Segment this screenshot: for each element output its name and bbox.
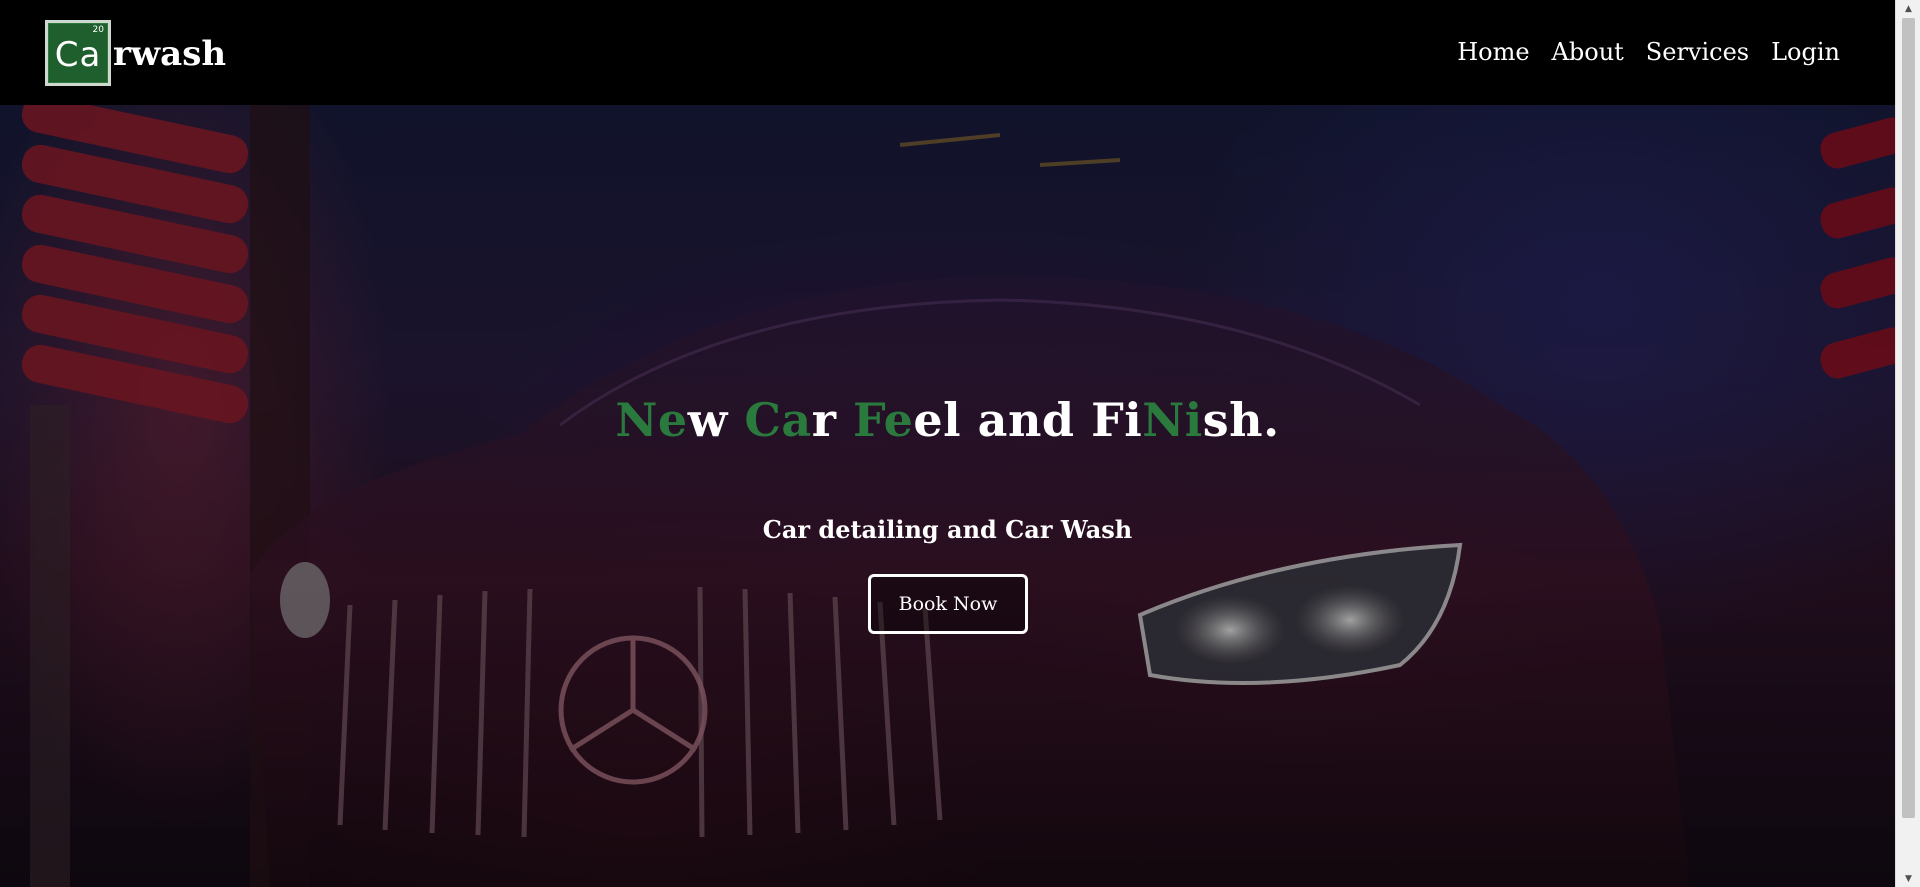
hero-content: New Car Feel and FiNish. Car detailing a… (0, 105, 1895, 887)
periodic-element-tile: 20 Ca (45, 20, 111, 86)
nav-link-login[interactable]: Login (1771, 38, 1840, 66)
brand-name: rwash (113, 34, 227, 74)
brand-logo-link[interactable]: 20 Ca rwash (45, 19, 226, 87)
scrollbar-thumb[interactable] (1902, 18, 1915, 818)
headline-segment: Fe (852, 393, 914, 447)
headline-segment: Ne (615, 393, 688, 447)
page-scrollbar[interactable]: ▲ ▼ (1895, 0, 1920, 887)
element-number: 20 (92, 25, 104, 35)
scroll-up-arrow-icon[interactable]: ▲ (1896, 0, 1920, 17)
headline-segment: sh. (1202, 393, 1280, 447)
nav-links: Home About Services Login (1457, 38, 1840, 66)
scroll-down-arrow-icon[interactable]: ▼ (1896, 870, 1920, 887)
headline-segment: Ca (744, 393, 812, 447)
page: 20 Ca rwash Home About Services Login Ne… (0, 0, 1895, 887)
headline-segment: Ni (1142, 393, 1203, 447)
headline-segment: el and Fi (913, 393, 1143, 447)
hero-subtitle: Car detailing and Car Wash (762, 515, 1133, 544)
book-now-button[interactable]: Book Now (868, 574, 1028, 634)
headline-segment: r (811, 393, 853, 447)
nav-link-services[interactable]: Services (1646, 38, 1749, 66)
element-symbol: Ca (54, 35, 102, 75)
hero-headline: New Car Feel and FiNish. (0, 393, 1895, 447)
hero-section: New Car Feel and FiNish. Car detailing a… (0, 105, 1895, 887)
nav-link-home[interactable]: Home (1457, 38, 1529, 66)
navbar: 20 Ca rwash Home About Services Login (0, 0, 1895, 105)
headline-segment: w (687, 393, 745, 447)
nav-link-about[interactable]: About (1552, 38, 1624, 66)
